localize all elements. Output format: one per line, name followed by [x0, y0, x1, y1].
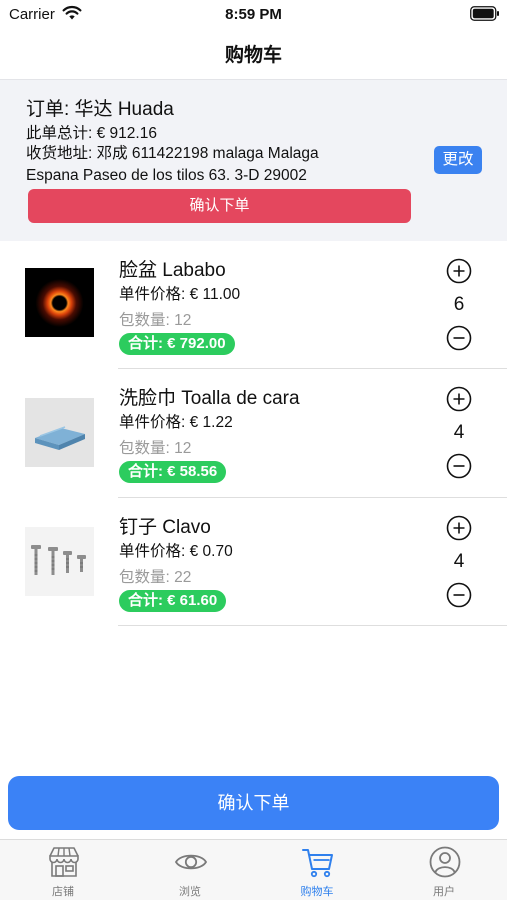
item-subtotal-badge: 合计: € 61.60	[119, 590, 227, 612]
item-quantity: 4	[453, 422, 465, 443]
order-total: 此单总计: € 912.16	[26, 125, 157, 142]
battery-icon	[470, 6, 499, 21]
shipping-address: 收货地址: 邓成 611422198 malaga Malaga Espana …	[26, 145, 319, 184]
item-pack-quantity: 包数量: 12	[119, 312, 192, 329]
tab-label: 浏览	[179, 886, 201, 898]
item-quantity: 6	[453, 294, 465, 315]
page-title: 购物车	[224, 45, 282, 66]
item-unit-price: 单件价格: € 11.00	[119, 286, 241, 303]
cart-icon	[302, 849, 333, 878]
change-address-button[interactable]: 更改	[434, 146, 482, 174]
cart-item: 洗脸巾 Toalla de cara 单件价格: € 1.22 包数量: 12 …	[0, 369, 507, 498]
tab-store[interactable]: 店铺	[0, 840, 126, 900]
item-name: 钉子 Clavo	[119, 517, 211, 538]
minus-icon[interactable]	[446, 582, 472, 608]
confirm-order-button[interactable]: 确认下单	[28, 189, 411, 223]
screws-image	[25, 527, 94, 596]
item-subtotal-badge: 合计: € 792.00	[119, 333, 235, 355]
tab-user[interactable]: 用户	[381, 840, 507, 900]
order-title: 订单: 华达 Huada	[26, 99, 174, 120]
item-pack-quantity: 包数量: 22	[119, 569, 192, 586]
cart-item: 钉子 Clavo 单件价格: € 0.70 包数量: 22 合计: € 61.6…	[0, 498, 507, 627]
cart-item: 脸盆 Lababo 单件价格: € 11.00 包数量: 12 合计: € 79…	[0, 241, 507, 370]
tab-label: 店铺	[52, 886, 74, 898]
tab-bar: 店铺 浏览 购物车 用户	[0, 839, 507, 900]
item-unit-price: 单件价格: € 1.22	[119, 414, 233, 431]
item-name: 洗脸巾 Toalla de cara	[119, 388, 300, 409]
tab-browse[interactable]: 浏览	[127, 840, 253, 900]
minus-icon[interactable]	[446, 325, 472, 351]
eye-icon	[174, 854, 208, 870]
confirm-order-main-button[interactable]: 确认下单	[8, 776, 499, 830]
minus-icon[interactable]	[446, 453, 472, 479]
plus-icon[interactable]	[446, 386, 472, 412]
item-pack-quantity: 包数量: 12	[119, 440, 192, 457]
tab-label: 用户	[433, 886, 455, 898]
plus-icon[interactable]	[446, 258, 472, 284]
clock: 8:59 PM	[225, 6, 282, 23]
item-subtotal-badge: 合计: € 58.56	[119, 461, 227, 483]
store-icon	[49, 847, 79, 877]
plus-icon[interactable]	[446, 515, 472, 541]
tab-cart[interactable]: 购物车	[254, 840, 380, 900]
status-bar: Carrier 8:59 PM	[0, 0, 507, 28]
divider	[118, 625, 507, 626]
order-summary-panel: 订单: 华达 Huada 此单总计: € 912.16 收货地址: 邓成 611…	[0, 79, 507, 241]
item-unit-price: 单件价格: € 0.70	[119, 543, 233, 560]
black-hole-image	[25, 268, 94, 337]
item-name: 脸盆 Lababo	[119, 260, 226, 281]
item-quantity: 4	[453, 551, 465, 572]
user-icon	[429, 846, 461, 878]
tab-label: 购物车	[300, 886, 334, 898]
towel-image	[25, 398, 94, 467]
